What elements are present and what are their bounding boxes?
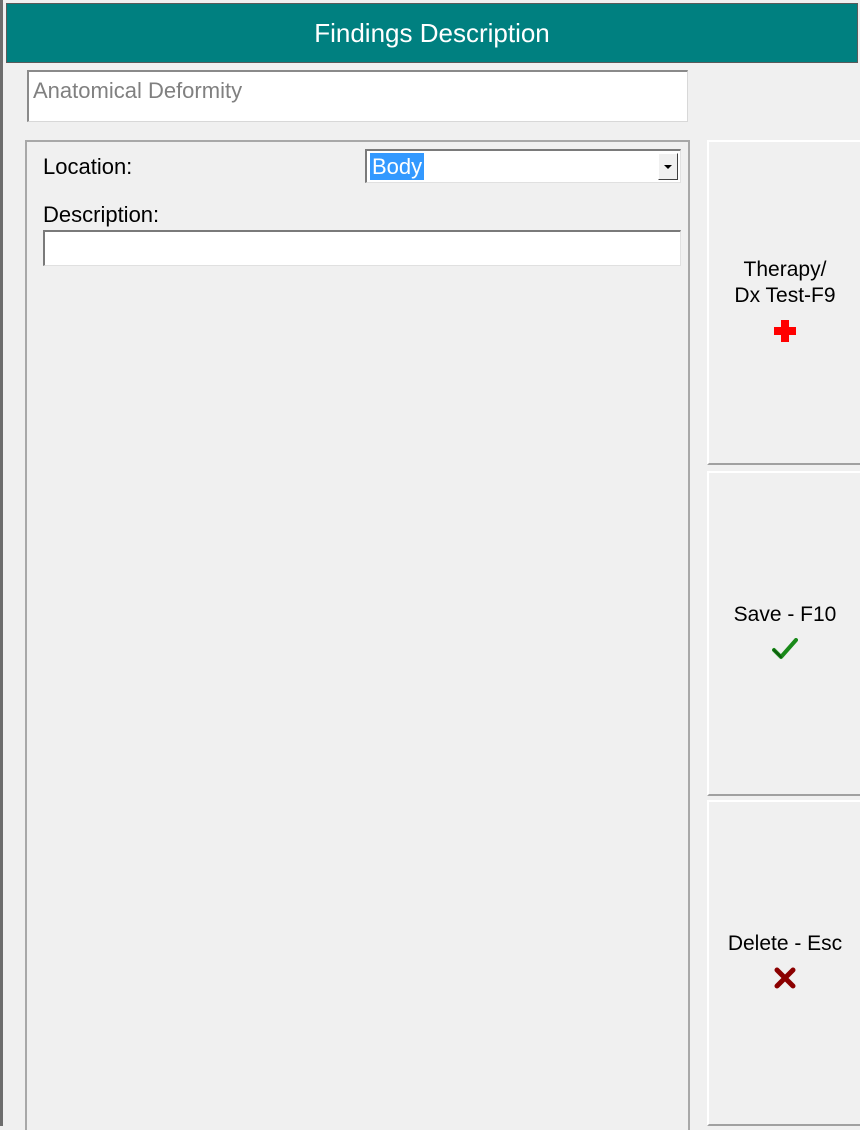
description-label: Description: xyxy=(43,202,160,227)
description-input[interactable] xyxy=(43,230,681,266)
green-checkmark-icon xyxy=(772,637,798,666)
title-bar: Findings Description xyxy=(6,3,858,63)
finding-category-field: Anatomical Deformity xyxy=(27,70,688,122)
delete-button-label: Delete - Esc xyxy=(727,932,843,955)
location-selected-value[interactable]: Body xyxy=(370,153,425,180)
save-button-label: Save - F10 xyxy=(733,602,837,626)
therapy-button-label: Therapy/ Dx Test-F9 xyxy=(734,257,836,307)
form-panel: Location: Body Description: xyxy=(25,140,690,1130)
location-label: Location: xyxy=(43,154,133,179)
finding-category-value: Anatomical Deformity xyxy=(33,78,243,103)
dark-red-x-icon xyxy=(774,967,796,995)
dropdown-arrow-icon[interactable] xyxy=(658,153,678,180)
location-select[interactable]: Body xyxy=(365,149,681,183)
therapy-dx-test-button[interactable]: Therapy/ Dx Test-F9 xyxy=(707,140,860,465)
window-title: Findings Description xyxy=(314,17,550,48)
save-button[interactable]: Save - F10 xyxy=(707,471,860,796)
delete-button[interactable]: Delete - Esc xyxy=(707,800,860,1126)
red-cross-icon xyxy=(773,319,797,349)
findings-description-window: Findings Description Anatomical Deformit… xyxy=(0,0,860,1130)
